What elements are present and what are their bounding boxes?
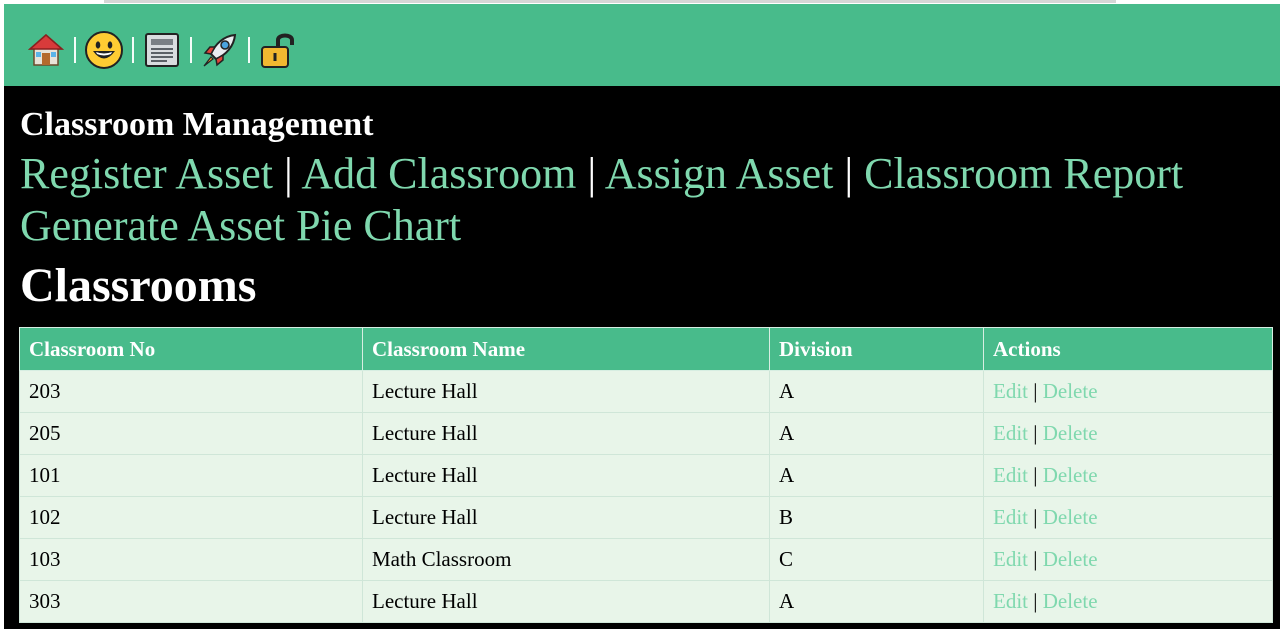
nav-separator: | <box>283 149 293 198</box>
cell-division: A <box>769 370 984 413</box>
cell-actions: Edit | Delete <box>983 580 1273 623</box>
cell-classroom-no: 303 <box>19 580 363 623</box>
smiley-icon[interactable] <box>84 28 124 72</box>
delete-link[interactable]: Delete <box>1043 505 1098 529</box>
page-title: Classrooms <box>20 259 257 312</box>
table-header-row: Classroom No Classroom Name Division Act… <box>19 327 1273 371</box>
column-header-actions: Actions <box>983 327 1273 371</box>
add-classroom-link[interactable]: Add Classroom <box>301 149 576 198</box>
icon-nav <box>26 26 298 74</box>
table-row: 203 Lecture Hall A Edit | Delete <box>19 370 1273 413</box>
cell-classroom-no: 101 <box>19 454 363 497</box>
cell-classroom-name: Lecture Hall <box>362 412 770 455</box>
classrooms-table-wrapper: Classroom No Classroom Name Division Act… <box>19 327 1273 623</box>
action-separator: | <box>1033 589 1038 613</box>
column-header-classroom-name: Classroom Name <box>362 327 770 371</box>
home-icon[interactable] <box>26 28 66 72</box>
action-separator: | <box>1033 505 1038 529</box>
cell-classroom-name: Lecture Hall <box>362 370 770 413</box>
nav-separator: | <box>844 149 854 198</box>
icon-separator <box>190 37 192 63</box>
nav-separator: | <box>587 149 597 198</box>
top-divider <box>104 0 1116 3</box>
table-row: 103 Math Classroom C Edit | Delete <box>19 538 1273 581</box>
main-nav: Register Asset | Add Classroom | Assign … <box>20 148 1270 252</box>
newspaper-icon[interactable] <box>142 28 182 72</box>
cell-actions: Edit | Delete <box>983 370 1273 413</box>
delete-link[interactable]: Delete <box>1043 547 1098 571</box>
action-separator: | <box>1033 547 1038 571</box>
edit-link[interactable]: Edit <box>993 547 1028 571</box>
cell-classroom-no: 103 <box>19 538 363 581</box>
cell-division: B <box>769 496 984 539</box>
register-asset-link[interactable]: Register Asset <box>20 149 273 198</box>
table-row: 205 Lecture Hall A Edit | Delete <box>19 412 1273 455</box>
column-header-classroom-no: Classroom No <box>19 327 363 371</box>
table-row: 102 Lecture Hall B Edit | Delete <box>19 496 1273 539</box>
cell-division: C <box>769 538 984 581</box>
cell-classroom-no: 102 <box>19 496 363 539</box>
icon-separator <box>132 37 134 63</box>
assign-asset-link[interactable]: Assign Asset <box>605 149 834 198</box>
generate-asset-pie-chart-link[interactable]: Generate Asset Pie Chart <box>20 201 461 250</box>
page: Classroom Management Register Asset | Ad… <box>0 0 1280 629</box>
cell-classroom-name: Lecture Hall <box>362 580 770 623</box>
cell-actions: Edit | Delete <box>983 538 1273 581</box>
edit-link[interactable]: Edit <box>993 463 1028 487</box>
cell-classroom-name: Lecture Hall <box>362 496 770 539</box>
action-separator: | <box>1033 421 1038 445</box>
edit-link[interactable]: Edit <box>993 589 1028 613</box>
lock-icon[interactable] <box>258 28 298 72</box>
edit-link[interactable]: Edit <box>993 379 1028 403</box>
action-separator: | <box>1033 463 1038 487</box>
classroom-report-link[interactable]: Classroom Report <box>864 149 1183 198</box>
edit-link[interactable]: Edit <box>993 505 1028 529</box>
column-header-division: Division <box>769 327 984 371</box>
action-separator: | <box>1033 379 1038 403</box>
delete-link[interactable]: Delete <box>1043 379 1098 403</box>
edit-link[interactable]: Edit <box>993 421 1028 445</box>
main-content: Classroom Management Register Asset | Ad… <box>4 86 1280 629</box>
delete-link[interactable]: Delete <box>1043 463 1098 487</box>
table-row: 303 Lecture Hall A Edit | Delete <box>19 580 1273 623</box>
cell-actions: Edit | Delete <box>983 454 1273 497</box>
delete-link[interactable]: Delete <box>1043 589 1098 613</box>
section-title: Classroom Management <box>20 106 374 143</box>
delete-link[interactable]: Delete <box>1043 421 1098 445</box>
cell-classroom-name: Math Classroom <box>362 538 770 581</box>
icon-separator <box>248 37 250 63</box>
rocket-icon[interactable] <box>200 28 240 72</box>
table-row: 101 Lecture Hall A Edit | Delete <box>19 454 1273 497</box>
cell-classroom-no: 203 <box>19 370 363 413</box>
top-nav-bar <box>4 4 1280 86</box>
cell-division: A <box>769 580 984 623</box>
cell-classroom-no: 205 <box>19 412 363 455</box>
cell-actions: Edit | Delete <box>983 412 1273 455</box>
cell-division: A <box>769 454 984 497</box>
classrooms-table: Classroom No Classroom Name Division Act… <box>19 327 1273 623</box>
cell-classroom-name: Lecture Hall <box>362 454 770 497</box>
cell-actions: Edit | Delete <box>983 496 1273 539</box>
icon-separator <box>74 37 76 63</box>
cell-division: A <box>769 412 984 455</box>
